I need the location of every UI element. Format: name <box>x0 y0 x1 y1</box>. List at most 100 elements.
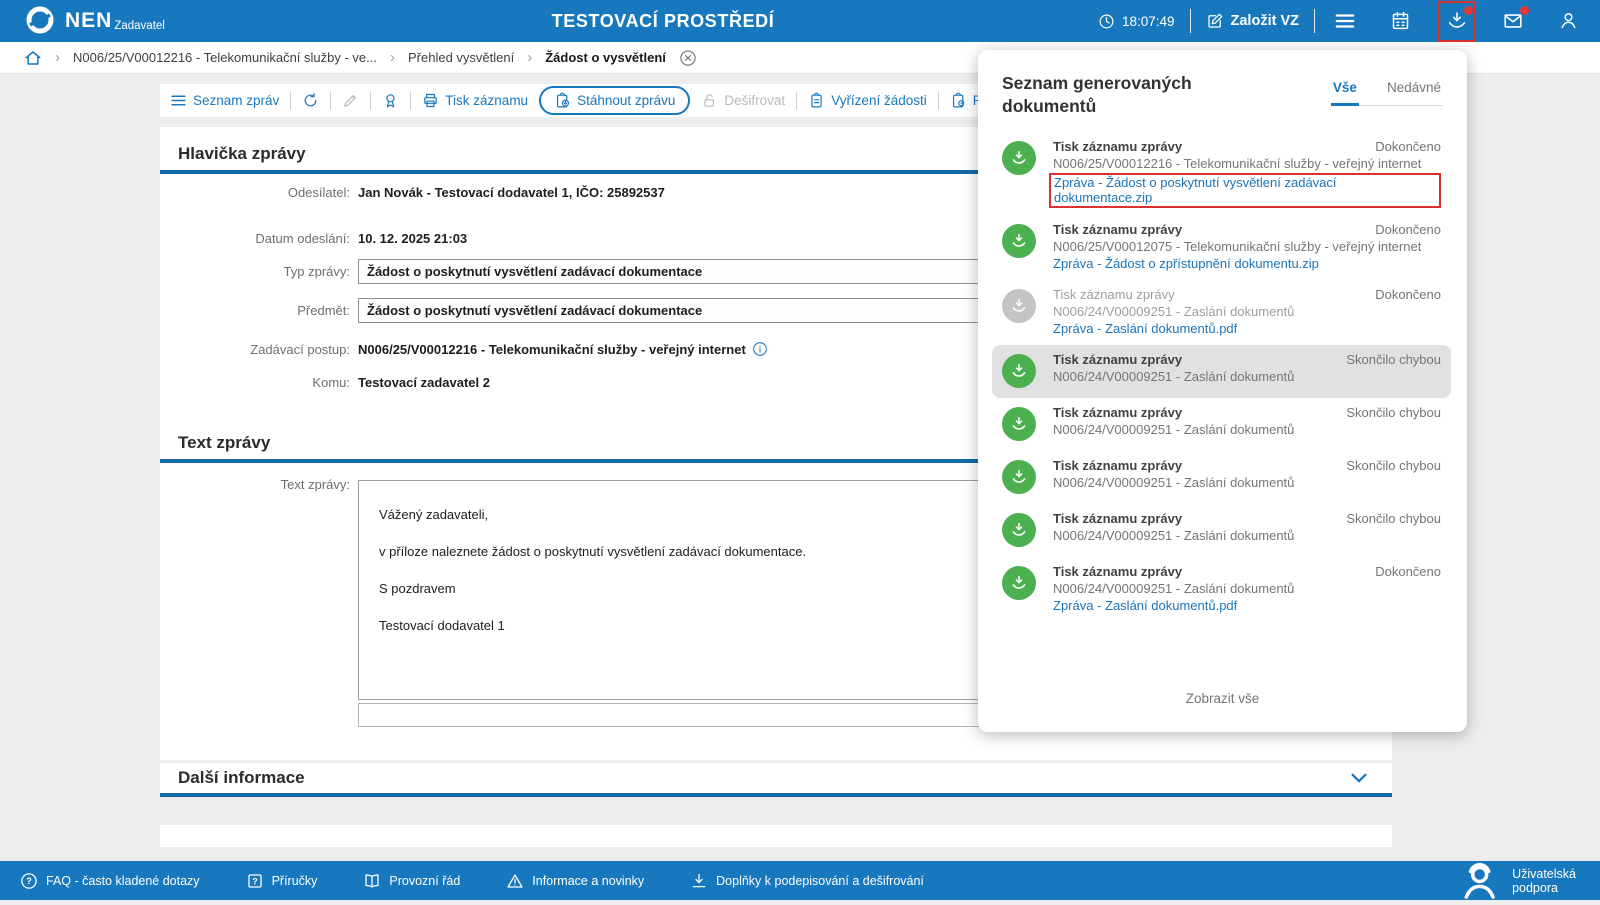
annotation-box-downloads <box>1438 1 1476 42</box>
toolbar-divider <box>796 92 797 110</box>
book-open-icon <box>363 872 381 890</box>
form-row-date: Datum odeslání: 10. 12. 2025 21:03 <box>160 231 467 246</box>
document-title: Tisk záznamu zprávy <box>1053 564 1182 579</box>
document-gear-icon <box>950 92 967 109</box>
document-title: Tisk záznamu zprávy <box>1053 458 1182 473</box>
tab-recent[interactable]: Nedávné <box>1385 76 1443 105</box>
pencil-icon <box>342 92 359 109</box>
svg-text:?: ? <box>252 876 258 886</box>
document-item[interactable]: Tisk záznamu zprávy Dokončeno N006/25/V0… <box>1002 132 1443 215</box>
message-list-label: Seznam zpráv <box>193 93 279 108</box>
document-title: Tisk záznamu zprávy <box>1053 352 1182 367</box>
document-status: Dokončeno <box>1375 222 1441 237</box>
decrypt-label: Dešifrovat <box>724 93 785 108</box>
footer-addons-link[interactable]: Doplňky k podepisování a dešifrování <box>690 872 924 890</box>
toolbar-divider <box>410 92 411 110</box>
procedure-value: N006/25/V00012216 - Telekomunikační služ… <box>358 342 746 357</box>
request-resolution-button[interactable]: Vyřízení žádosti <box>808 92 927 109</box>
show-all-button[interactable]: Zobrazit vše <box>978 691 1467 706</box>
environment-title: TESTOVACÍ PROSTŘEDÍ <box>552 0 775 42</box>
date-sent-label: Datum odeslání: <box>160 231 350 246</box>
document-item[interactable]: Tisk záznamu zprávy Dokončeno N006/25/V0… <box>1002 215 1443 280</box>
document-status: Skončilo chybou <box>1346 458 1441 473</box>
main-menu-button[interactable] <box>1334 10 1356 32</box>
document-status: Dokončeno <box>1375 564 1441 579</box>
breadcrumb-item-overview[interactable]: Přehled vysvětlení <box>408 50 514 65</box>
footer-support-label: Uživatelská podpora <box>1512 867 1576 895</box>
info-icon[interactable] <box>752 341 768 357</box>
footer-manuals-link[interactable]: ? Příručky <box>246 872 318 890</box>
footer-addons-label: Doplňky k podepisování a dešifrování <box>716 874 924 888</box>
tab-all[interactable]: Vše <box>1331 76 1359 106</box>
section-title-text: Text zprávy <box>178 433 270 453</box>
document-title: Tisk záznamu zprávy <box>1053 139 1182 154</box>
document-download-link[interactable]: Zpráva - Žádost o poskytnutí vysvětlení … <box>1049 173 1441 208</box>
document-download-link[interactable]: Zpráva - Zaslání dokumentů.pdf <box>1053 321 1237 336</box>
download-tray-icon <box>1002 513 1036 547</box>
support-person-icon <box>1455 856 1504 905</box>
footer-news-link[interactable]: Informace a novinky <box>506 872 644 890</box>
document-status: Skončilo chybou <box>1346 511 1441 526</box>
footer-support-link[interactable]: Uživatelská podpora <box>1455 856 1576 905</box>
footer-rules-link[interactable]: Provozní řád <box>363 872 460 890</box>
document-subtitle: N006/24/V00009251 - Zaslání dokumentů <box>1053 528 1441 543</box>
document-title: Tisk záznamu zprávy <box>1053 222 1182 237</box>
clock-icon <box>1098 13 1115 30</box>
printer-icon <box>422 92 439 109</box>
download-message-button[interactable]: Stáhnout zprávu <box>539 86 690 115</box>
breadcrumb-item-procedure[interactable]: N006/25/V00012216 - Telekomunikační služ… <box>73 50 377 65</box>
toolbar-divider <box>330 92 331 110</box>
close-tab-button[interactable] <box>679 49 697 67</box>
date-sent-value: 10. 12. 2025 21:03 <box>358 231 467 246</box>
content-bottom-strip <box>160 825 1392 847</box>
document-status: Skončilo chybou <box>1346 405 1441 420</box>
generated-documents-button[interactable] <box>1446 10 1468 32</box>
document-download-icon <box>554 92 571 109</box>
form-row-sender: Odesílatel: Jan Novák - Testovací dodava… <box>160 185 665 200</box>
refresh-button[interactable] <box>302 92 319 109</box>
messages-button[interactable] <box>1502 10 1524 32</box>
section-title-header: Hlavička zprávy <box>178 144 306 164</box>
footer-faq-link[interactable]: ? FAQ - často kladené dotazy <box>20 872 200 890</box>
document-item[interactable]: Tisk záznamu zprávy Skončilo chybou N006… <box>1002 451 1443 504</box>
print-record-button[interactable]: Tisk záznamu <box>422 92 528 109</box>
question-circle-icon: ? <box>20 872 38 890</box>
download-tray-icon <box>1002 289 1036 323</box>
document-item[interactable]: Tisk záznamu zprávy Skončilo chybou N006… <box>992 345 1451 398</box>
document-download-link[interactable]: Zpráva - Zaslání dokumentů.pdf <box>1053 598 1237 613</box>
refresh-icon <box>302 92 319 109</box>
header-divider <box>1190 9 1191 33</box>
document-item[interactable]: Tisk záznamu zprávy Skončilo chybou N006… <box>1002 504 1443 557</box>
document-subtitle: N006/24/V00009251 - Zaslání dokumentů <box>1053 475 1441 490</box>
create-vz-button[interactable]: Založit VZ <box>1206 12 1299 30</box>
document-title: Tisk záznamu zprávy <box>1053 287 1175 302</box>
sender-value: Jan Novák - Testovací dodavatel 1, IČO: … <box>358 185 665 200</box>
app-footer: ? FAQ - často kladené dotazy ? Příručky … <box>0 861 1600 900</box>
profile-button[interactable] <box>1558 10 1580 32</box>
nen-logo[interactable]: NEN Zadavatel <box>0 4 165 38</box>
download-tray-icon <box>1002 566 1036 600</box>
messages-notification-dot <box>1520 6 1529 15</box>
nen-logo-icon <box>24 4 56 36</box>
download-tray-icon <box>1002 141 1036 175</box>
form-row-recipient: Komu: Testovací zadavatel 2 <box>160 375 490 390</box>
svg-text:?: ? <box>26 876 32 886</box>
chevron-down-icon[interactable] <box>1348 767 1370 789</box>
document-download-link[interactable]: Zpráva - Žádost o zpřístupnění dokumentu… <box>1053 256 1319 271</box>
document-subtitle: N006/24/V00009251 - Zaslání dokumentů <box>1053 422 1441 437</box>
award-ribbon-icon <box>382 92 399 109</box>
clipboard-icon <box>808 92 825 109</box>
download-tray-icon <box>1002 460 1036 494</box>
document-item[interactable]: Tisk záznamu zprávy Dokončeno N006/24/V0… <box>1002 557 1443 622</box>
message-list-button[interactable]: Seznam zpráv <box>170 92 279 109</box>
download-tray-icon <box>1002 354 1036 388</box>
download-icon <box>690 872 708 890</box>
document-item[interactable]: Tisk záznamu zprávy Skončilo chybou N006… <box>1002 398 1443 451</box>
time-value: 18:07:49 <box>1122 14 1175 29</box>
home-button[interactable] <box>24 49 42 67</box>
calendar-button[interactable] <box>1390 10 1412 32</box>
document-subtitle: N006/25/V00012075 - Telekomunikační služ… <box>1053 239 1441 254</box>
toolbar-divider <box>370 92 371 110</box>
certificate-button[interactable] <box>382 92 399 109</box>
document-item[interactable]: Tisk záznamu zprávy Dokončeno N006/24/V0… <box>1002 280 1443 345</box>
